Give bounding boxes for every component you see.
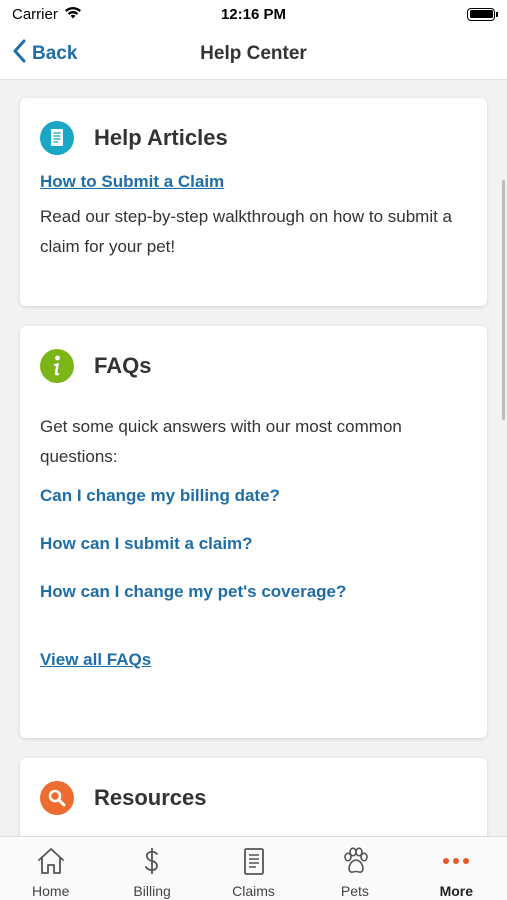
tab-more[interactable]: More [406,837,507,900]
tab-pets-label: Pets [340,883,369,899]
tab-claims[interactable]: Claims [203,837,304,900]
info-icon [40,349,74,383]
view-all-faqs-link[interactable]: View all FAQs [40,650,151,670]
faqs-header: FAQs [40,348,467,384]
status-left: Carrier [12,6,82,23]
resources-card: Resources [20,758,487,836]
help-articles-description: Read our step-by-step walkthrough on how… [40,207,453,256]
scroll-indicator [502,180,505,420]
battery-icon [467,7,498,21]
document-icon [238,845,270,877]
faq-link-billing-date[interactable]: Can I change my billing date? [40,486,467,506]
faq-link-submit-claim[interactable]: How can I submit a claim? [40,534,467,554]
chevron-left-icon [12,39,26,69]
faqs-title: FAQs [94,353,152,378]
resources-header: Resources [40,780,467,816]
navigation-bar: Back Help Center [0,28,507,80]
resources-title: Resources [94,785,207,810]
faqs-card: FAQs Get some quick answers with our mos… [20,326,487,738]
tab-claims-label: Claims [232,883,275,899]
help-articles-title: Help Articles [94,125,228,150]
back-button[interactable]: Back [12,28,77,80]
back-label: Back [32,43,78,64]
more-dots-icon [440,845,472,877]
tab-home[interactable]: Home [0,837,101,900]
tab-billing-label: Billing [133,883,171,899]
faq-link-change-coverage[interactable]: How can I change my pet's coverage? [40,582,467,602]
tab-bar: Home Billing Claims Pets More [0,836,507,900]
tab-billing[interactable]: Billing [101,837,202,900]
how-to-submit-claim-link[interactable]: How to Submit a Claim [40,172,224,192]
document-icon [40,121,74,155]
carrier-label: Carrier [12,5,58,23]
wifi-icon [64,6,82,23]
content-scroll-area[interactable]: Help Articles How to Submit a Claim Read… [0,80,507,836]
home-icon [35,845,67,877]
help-articles-card: Help Articles How to Submit a Claim Read… [20,98,487,306]
tab-home-label: Home [32,883,70,899]
status-bar: Carrier 12:16 PM [0,0,507,28]
dollar-icon [136,845,168,877]
tab-pets[interactable]: Pets [304,837,405,900]
magnifier-icon [40,781,74,815]
faqs-intro: Get some quick answers with our most com… [40,417,402,466]
page-title: Help Center [200,42,307,64]
help-articles-header: Help Articles [40,120,467,156]
tab-more-label: More [439,883,474,899]
paw-icon [339,845,371,877]
